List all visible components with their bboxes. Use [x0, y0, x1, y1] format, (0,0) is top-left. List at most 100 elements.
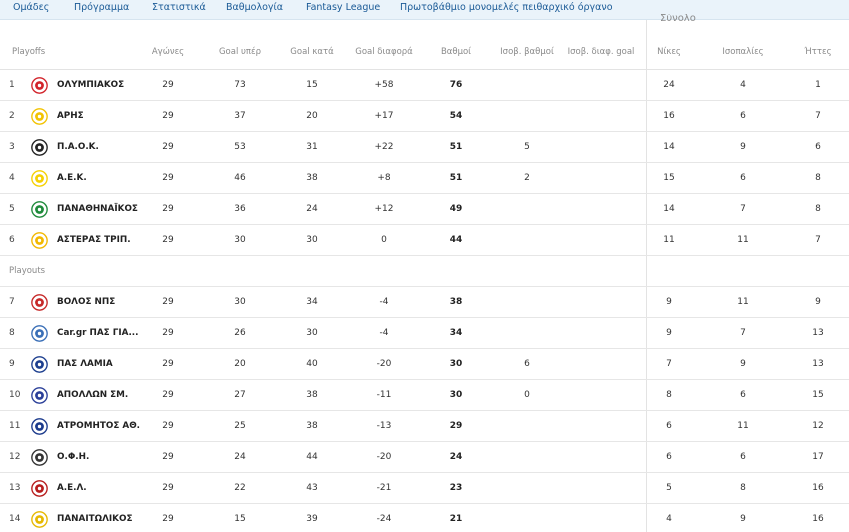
- header-losses[interactable]: Ήττες: [804, 47, 831, 57]
- lamia-logo-icon[interactable]: [31, 356, 48, 373]
- team-name-link[interactable]: ΑΤΡΟΜΗΤΟΣ ΑΘ.: [57, 421, 140, 431]
- nav-teams[interactable]: Ομάδες: [13, 2, 49, 13]
- cell-points: 29: [449, 421, 463, 431]
- cell-tie-points: 2: [524, 173, 530, 183]
- panathinaikos-logo-icon[interactable]: [31, 201, 48, 218]
- header-played[interactable]: Αγώνες: [152, 47, 184, 57]
- cell-points: 24: [449, 452, 463, 462]
- cell-draws: 11: [737, 421, 749, 431]
- table-row[interactable]: 12 Ο.Φ.Η. 29 24 44 -20 24 6 6 17: [0, 442, 849, 473]
- group-header-total: Σύνολο: [660, 14, 696, 22]
- cell-tie-points: 0: [524, 390, 530, 400]
- asteras-logo-icon[interactable]: [31, 232, 48, 249]
- header-wins[interactable]: Νίκες: [657, 47, 681, 57]
- ael-logo-icon[interactable]: [31, 480, 48, 497]
- header-goals-against[interactable]: Goal κατά: [290, 47, 333, 57]
- cell-points: 49: [449, 204, 463, 214]
- cell-played: 29: [162, 390, 174, 400]
- cell-goals-against: 34: [306, 297, 318, 307]
- team-name-link[interactable]: Α.Ε.Κ.: [57, 173, 87, 183]
- table-row[interactable]: 11 ΑΤΡΟΜΗΤΟΣ ΑΘ. 29 25 38 -13 29 6 11 12: [0, 411, 849, 442]
- cell-tie-points: 6: [524, 359, 530, 369]
- team-name-link[interactable]: ΑΣΤΕΡΑΣ ΤΡΙΠ.: [57, 235, 131, 245]
- header-draws[interactable]: Ισοπαλίες: [722, 47, 763, 57]
- team-name-link[interactable]: ΠΑΝΑΙΤΩΛΙΚΟΣ: [57, 514, 132, 524]
- cell-losses: 7: [815, 235, 821, 245]
- volos-logo-icon[interactable]: [31, 294, 48, 311]
- cell-played: 29: [162, 359, 174, 369]
- nav-disciplinary-body[interactable]: Πρωτοβάθμιο μονομελές πειθαρχικό όργανο: [400, 2, 613, 13]
- panaitolikos-logo-icon[interactable]: [31, 511, 48, 528]
- apollon-logo-icon[interactable]: [31, 387, 48, 404]
- cell-draws: 11: [737, 297, 749, 307]
- team-name-link[interactable]: ΑΠΟΛΛΩΝ ΣΜ.: [57, 390, 128, 400]
- table-row[interactable]: 8 Car.gr ΠΑΣ ΓΙΑ... 29 26 30 -4 34 9 7 13: [0, 318, 849, 349]
- rank: 3: [9, 142, 15, 152]
- cell-draws: 6: [740, 390, 746, 400]
- table-row[interactable]: 1 ΟΛΥΜΠΙΑΚΟΣ 29 73 15 +58 76 24 4 1: [0, 70, 849, 101]
- rank: 13: [9, 483, 21, 493]
- playouts-section-header: Playouts: [0, 256, 849, 287]
- cell-tie-points: 5: [524, 142, 530, 152]
- table-row[interactable]: 3 Π.Α.Ο.Κ. 29 53 31 +22 51 5 14 9 6: [0, 132, 849, 163]
- cell-played: 29: [162, 173, 174, 183]
- ofi-logo-icon[interactable]: [31, 449, 48, 466]
- pas-giannina-logo-icon[interactable]: [31, 325, 48, 342]
- header-tie-points[interactable]: Ισοβ. βαθμοί: [500, 47, 554, 57]
- team-name-link[interactable]: ΠΑΣ ΛΑΜΙΑ: [57, 359, 113, 369]
- header-tie-goal-difference[interactable]: Ισοβ. διαφ. goal: [568, 47, 635, 57]
- table-row[interactable]: 5 ΠΑΝΑΘΗΝΑΪΚΟΣ 29 36 24 +12 49 14 7 8: [0, 194, 849, 225]
- cell-points: 51: [449, 173, 463, 183]
- cell-points: 30: [449, 359, 463, 369]
- aek-logo-icon[interactable]: [31, 170, 48, 187]
- cell-goals-for: 15: [234, 514, 246, 524]
- cell-played: 29: [162, 514, 174, 524]
- cell-wins: 16: [663, 111, 675, 121]
- header-points[interactable]: Βαθμοί: [441, 47, 471, 57]
- cell-losses: 6: [815, 142, 821, 152]
- table-row[interactable]: 10 ΑΠΟΛΛΩΝ ΣΜ. 29 27 38 -11 30 0 8 6 15: [0, 380, 849, 411]
- table-row[interactable]: 2 ΑΡΗΣ 29 37 20 +17 54 16 6 7: [0, 101, 849, 132]
- cell-losses: 13: [812, 359, 824, 369]
- olympiacos-logo-icon[interactable]: [31, 77, 48, 94]
- team-name-link[interactable]: Car.gr ΠΑΣ ΓΙΑ...: [57, 328, 138, 338]
- cell-goal-difference: +58: [374, 80, 394, 90]
- team-name-link[interactable]: Α.Ε.Λ.: [57, 483, 87, 493]
- team-name-link[interactable]: ΟΛΥΜΠΙΑΚΟΣ: [57, 80, 124, 90]
- cell-goals-against: 40: [306, 359, 318, 369]
- nav-standings[interactable]: Βαθμολογία: [226, 2, 283, 13]
- cell-losses: 13: [812, 328, 824, 338]
- table-row[interactable]: 13 Α.Ε.Λ. 29 22 43 -21 23 5 8 16: [0, 473, 849, 504]
- team-name-link[interactable]: ΑΡΗΣ: [57, 111, 84, 121]
- nav-fantasy-league[interactable]: Fantasy League: [306, 2, 380, 13]
- cell-goals-for: 22: [234, 483, 246, 493]
- nav-statistics[interactable]: Στατιστικά: [152, 2, 206, 13]
- cell-goals-for: 20: [234, 359, 246, 369]
- team-name-link[interactable]: ΠΑΝΑΘΗΝΑΪΚΟΣ: [57, 204, 138, 214]
- cell-goal-difference: -13: [376, 421, 392, 431]
- cell-goals-against: 31: [306, 142, 318, 152]
- cell-goals-against: 30: [306, 328, 318, 338]
- cell-points: 23: [449, 483, 463, 493]
- header-goal-difference[interactable]: Goal διαφορά: [355, 47, 413, 57]
- cell-goal-difference: +17: [374, 111, 394, 121]
- atromitos-logo-icon[interactable]: [31, 418, 48, 435]
- table-row[interactable]: 6 ΑΣΤΕΡΑΣ ΤΡΙΠ. 29 30 30 0 44 11 11 7: [0, 225, 849, 256]
- table-row[interactable]: 4 Α.Ε.Κ. 29 46 38 +8 51 2 15 6 8: [0, 163, 849, 194]
- table-row[interactable]: 7 ΒΟΛΟΣ ΝΠΣ 29 30 34 -4 38 9 11 9: [0, 287, 849, 318]
- cell-goals-against: 39: [306, 514, 318, 524]
- cell-played: 29: [162, 452, 174, 462]
- cell-losses: 9: [815, 297, 821, 307]
- nav-schedule[interactable]: Πρόγραμμα: [74, 2, 129, 13]
- cell-losses: 16: [812, 483, 824, 493]
- aris-logo-icon[interactable]: [31, 108, 48, 125]
- paok-logo-icon[interactable]: [31, 139, 48, 156]
- team-name-link[interactable]: Π.Α.Ο.Κ.: [57, 142, 99, 152]
- header-goals-for[interactable]: Goal υπέρ: [219, 47, 261, 57]
- table-row[interactable]: 9 ΠΑΣ ΛΑΜΙΑ 29 20 40 -20 30 6 7 9 13: [0, 349, 849, 380]
- cell-goals-against: 43: [306, 483, 318, 493]
- table-row[interactable]: 14 ΠΑΝΑΙΤΩΛΙΚΟΣ 29 15 39 -24 21 4 9 16: [0, 504, 849, 532]
- team-name-link[interactable]: ΒΟΛΟΣ ΝΠΣ: [57, 297, 115, 307]
- team-name-link[interactable]: Ο.Φ.Η.: [57, 452, 89, 462]
- cell-played: 29: [162, 421, 174, 431]
